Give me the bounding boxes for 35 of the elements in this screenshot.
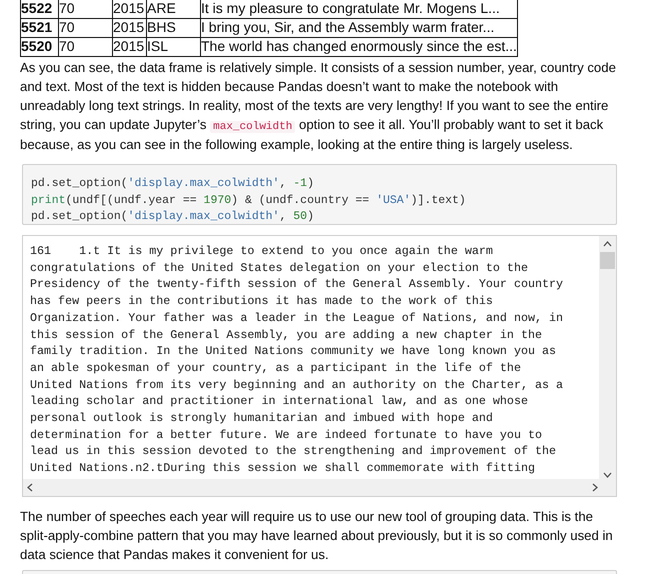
row-index: 5521	[20, 18, 58, 38]
table-cell: 2015	[112, 0, 146, 18]
output-line: has few peers in the contributions it has made to the work of this	[30, 293, 493, 310]
output-line: family tradition. In the United Nations community we have long known you as	[30, 343, 556, 360]
code-line: print(undf[(undf.year == 1970) & (undf.country == 'USA')].text)	[31, 192, 467, 208]
paragraph: As you can see, the data frame is relatively simple. It consists of a session number, year, country code and text. Most of the text is hidden because Pandas doesn’t want to make the notebook with unreadably long text strings. In reality, most of the texts are very lengthy! If you want to see the entire string, you can update Jupyter’s max_colwidth option to see it all. You’ll probably want to set it back because, as you can see in the following example, looking at the entire thing is largely useless.	[20, 59, 617, 154]
output-line: personal outlook is strongly humanitarian and imbued with hope and	[30, 410, 493, 427]
inline-code: max_colwidth	[210, 121, 296, 133]
output-line: leading scholar and practitioner in international law, and as one whose	[30, 393, 528, 410]
row-index: 5520	[20, 38, 58, 56]
table-cell: BHS	[146, 18, 200, 38]
code-line: pd.set_option('display.max_colwidth', -1)	[31, 176, 315, 192]
paragraph: The number of speeches each year will require us to use our new tool of grouping data. This is the split-apply-combine pattern that you may have learned about previously, but it is so commonly used in data science that Pandas makes it convenient for us.	[20, 508, 614, 564]
output-line: determination for a better future. We are indeed fortunate to have you to	[30, 426, 542, 444]
table-cell: 2015	[112, 38, 146, 56]
table-cell: The world has changed enormously since the est...	[200, 38, 518, 56]
table-cell: 2015	[112, 18, 146, 38]
table-cell: It is my pleasure to congratulate Mr. Mogens L...	[200, 0, 518, 18]
table-cell: 70	[58, 0, 112, 18]
table-cell: 70	[58, 18, 112, 38]
table-cell: 70	[58, 38, 112, 56]
row-index: 5522	[20, 0, 58, 18]
table-cell: ARE	[146, 0, 200, 18]
output-line: United Nations.n2.tDuring this session we shall commemorate with fitting	[30, 460, 535, 477]
table-cell: ISL	[146, 38, 200, 56]
output-line: congratulations of the United States delegation on your election to the	[30, 260, 528, 276]
code-line: pd.set_option('display.max_colwidth', 50)	[31, 209, 315, 225]
output-line: an able spokesman of your country, as a participant in the life of the	[30, 360, 521, 377]
output-line: 161 1.t It is my privilege to extend to you once again the warm	[30, 243, 493, 260]
output-line: lead us in this session devoted to the strengthening and improvement of the	[30, 443, 556, 460]
output-line: Presidency of the twenty-fifth session of the General Assembly. Your country	[30, 276, 564, 294]
output-line: United Nations from its very beginning and an authority on the Charter, as a	[30, 376, 564, 394]
table-cell: I bring you, Sir, and the Assembly warm frater...	[200, 18, 518, 38]
output-line: this session of the General Assembly, you are adding a new chapter in the	[30, 326, 542, 344]
output-line: Organization. Your father was a leader in the League of Nations, and now, in	[30, 310, 564, 327]
